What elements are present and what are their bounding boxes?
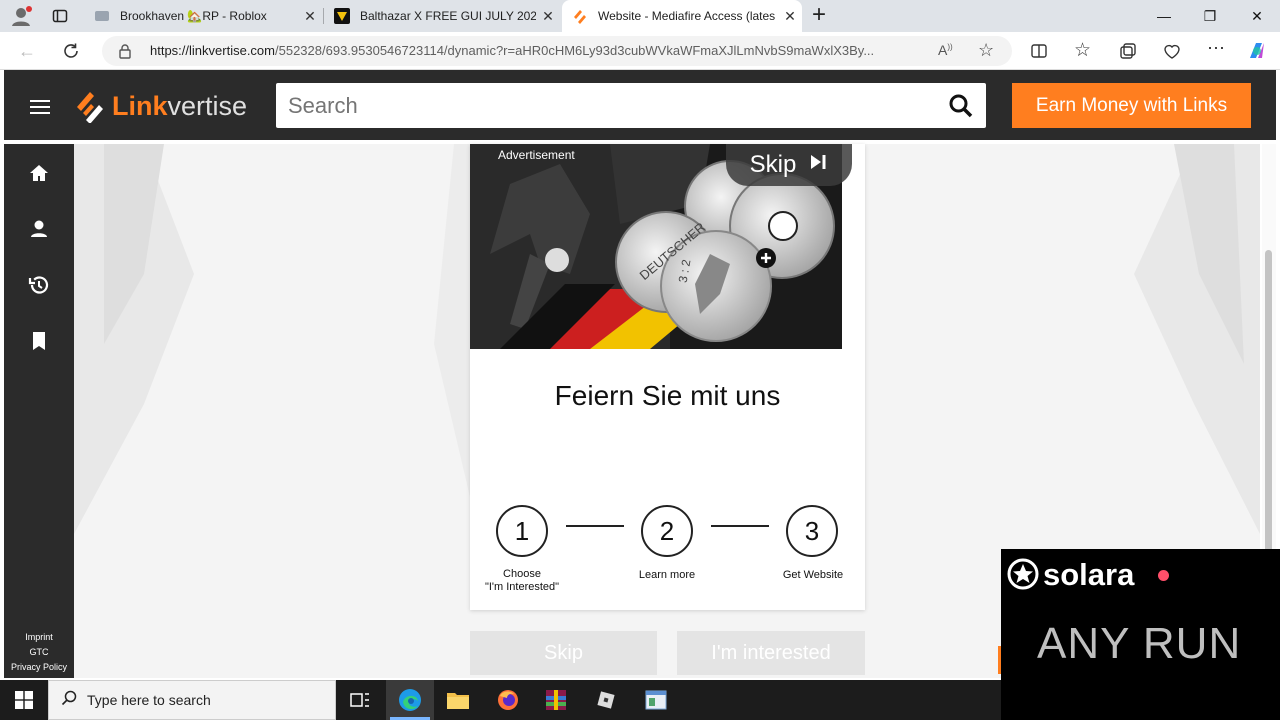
step-1-label-line2: "I'm Interested" [484,581,560,593]
firefox-icon[interactable] [484,680,532,720]
app-window-icon[interactable] [632,680,680,720]
taskbar-search-placeholder: Type here to search [87,692,211,708]
step-3-label: Get Website [782,569,844,581]
anyrun-watermark: ANY RUN [1037,619,1242,668]
step-connector [711,525,769,527]
site-header: Linkvertise Earn Money with Links [4,70,1276,140]
back-icon[interactable]: ← [12,36,42,66]
winrar-icon[interactable] [532,680,580,720]
history-icon[interactable] [28,274,50,296]
search-input[interactable] [288,93,928,119]
logo-mark-icon [77,92,103,123]
edge-icon[interactable] [386,680,434,720]
favorite-star-icon[interactable]: ☆ [978,40,994,61]
gtc-link[interactable]: GTC [4,647,74,657]
advertisement-label: Advertisement [498,148,575,162]
search-box[interactable] [276,83,986,128]
skip-label: Skip [749,151,797,178]
tab-actions-icon[interactable] [52,8,68,24]
tab-strip: Brookhaven 🏡RP - Roblox ✕ Balthazar X FR… [0,0,1280,32]
minimize-icon[interactable]: — [1141,0,1187,32]
balthazar-icon [334,8,350,24]
solara-star-icon [1007,558,1039,595]
restore-icon[interactable]: ❐ [1187,0,1233,32]
interested-button[interactable]: I'm interested [677,631,865,675]
step-connector [566,525,624,527]
copilot-icon[interactable] [1246,40,1268,67]
split-screen-icon[interactable] [1030,42,1048,65]
close-icon[interactable]: ✕ [536,8,560,25]
task-view-icon[interactable] [336,680,384,720]
read-aloud-icon[interactable]: A)) [938,42,953,58]
linkvertise-icon [572,8,588,24]
url-path: /552328/693.9530546723114/dynamic?r=aHR0… [275,43,875,58]
taskbar-search[interactable]: Type here to search [48,680,336,720]
tab-balthazar[interactable]: Balthazar X FREE GUI JULY 2024 | r ✕ [324,0,560,32]
url-text: https://linkvertise.com/552328/693.95305… [150,43,928,58]
profile-icon[interactable] [28,218,50,240]
more-options-icon[interactable]: ⋯ [1207,38,1225,59]
step-2-label: Learn more [638,569,696,581]
status-dot [1158,570,1169,581]
close-icon[interactable]: ✕ [778,8,802,25]
ad-headline: Feiern Sie mit uns [554,380,781,411]
tab-title: Brookhaven 🏡RP - Roblox [120,9,267,23]
skip-ad-button[interactable]: Skip [726,144,852,186]
sidebar: Imprint GTC Privacy Policy [4,144,74,678]
taskbar: Type here to search [0,680,1001,720]
tab-brookhaven[interactable]: Brookhaven 🏡RP - Roblox ✕ [84,0,322,32]
window-close-icon[interactable]: ✕ [1234,0,1280,32]
close-icon[interactable]: ✕ [298,8,322,25]
skip-next-icon [808,151,828,179]
search-icon[interactable] [948,93,974,124]
favorites-icon[interactable]: ☆ [1074,39,1091,62]
lock-icon[interactable] [118,43,132,64]
solara-logo-text: solara [1043,557,1135,592]
home-icon[interactable] [28,162,50,184]
address-bar: ← https://linkvertise.com/552328/693.953… [0,32,1280,70]
menu-icon[interactable] [30,100,50,114]
tab-title: Balthazar X FREE GUI JULY 2024 | r [360,9,536,23]
step-3-circle: 3 [786,505,838,557]
file-explorer-icon[interactable] [434,680,482,720]
collections-icon[interactable] [1119,42,1137,65]
logo-text-vertise: vertise [167,90,248,121]
skip-button[interactable]: Skip [470,631,657,675]
roblox-icon[interactable] [582,680,630,720]
earn-money-button[interactable]: Earn Money with Links [1012,83,1251,128]
browser-essentials-icon[interactable] [1163,42,1181,65]
privacy-policy-link[interactable]: Privacy Policy [4,662,74,672]
url-host: https://linkvertise.com [150,43,275,58]
profile-icon[interactable] [10,5,32,27]
refresh-icon[interactable] [56,36,86,66]
solara-overlay: solara ANY RUN [1001,549,1280,720]
imprint-link[interactable]: Imprint [4,632,74,642]
search-icon [61,690,77,711]
step-1-label-line1: Choose [503,568,541,580]
tab-title: Website - Mediafire Access (lates [598,9,776,23]
new-tab-button[interactable]: + [808,2,830,30]
logo-text-link: Link [112,90,168,121]
linkvertise-logo[interactable]: Link vertise [74,88,247,124]
page-icon [94,8,110,24]
step-1-circle: 1 [496,505,548,557]
step-2-circle: 2 [641,505,693,557]
step-1-label: Choose "I'm Interested" [472,568,572,594]
ad-card: DEUTSCHER 3 : 2 Advertisement Skip Feier… [470,144,865,610]
url-field[interactable]: https://linkvertise.com/552328/693.95305… [102,36,1012,66]
tab-linkvertise[interactable]: Website - Mediafire Access (lates ✕ [562,0,802,32]
bookmark-icon[interactable] [28,330,50,352]
windows-start-icon[interactable] [0,680,48,720]
